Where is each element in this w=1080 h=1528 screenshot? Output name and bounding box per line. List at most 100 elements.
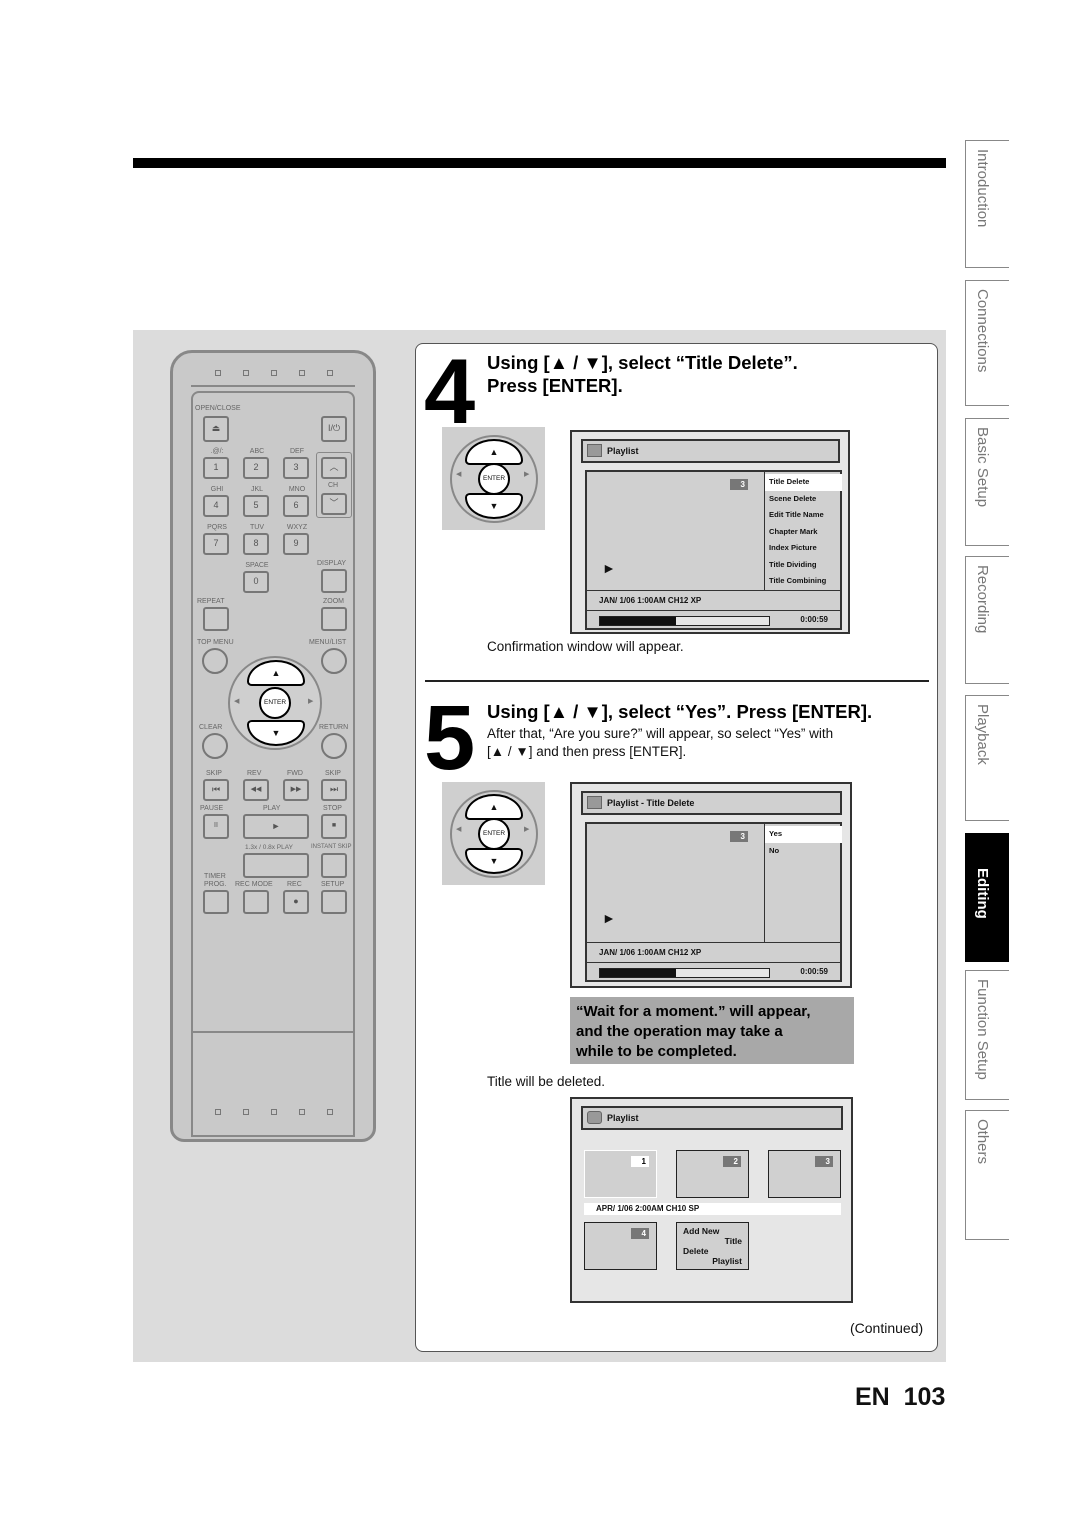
fwd-button[interactable]: ▶▶ xyxy=(283,779,309,801)
menu-item-delete-playlist[interactable]: Delete xyxy=(683,1246,742,1256)
osd-progress: 0:00:59 xyxy=(587,962,840,984)
tab-connections[interactable]: Connections xyxy=(965,280,1009,406)
menu-item-add-new-title[interactable]: Add New xyxy=(683,1226,742,1236)
repeat-button[interactable] xyxy=(203,607,229,631)
menu-item-delete-playlist[interactable]: Playlist xyxy=(683,1256,742,1266)
menu-item-yes[interactable]: Yes xyxy=(765,826,842,843)
key-9[interactable]: 9 xyxy=(283,533,309,555)
progress-fill xyxy=(600,969,677,977)
menu-item-add-new-title[interactable]: Title xyxy=(683,1236,742,1246)
key-0[interactable]: 0 xyxy=(243,571,269,593)
display-button[interactable] xyxy=(321,569,347,593)
indicator-dot xyxy=(327,1109,333,1115)
step-body: After that, “Are you sure?” will appear,… xyxy=(487,726,834,741)
tab-function-setup[interactable]: Function Setup xyxy=(965,970,1009,1100)
key-1[interactable]: 1 xyxy=(203,457,229,479)
right-arrow-icon: ▶ xyxy=(524,826,530,833)
continued-label: (Continued) xyxy=(850,1320,924,1336)
thumbnail-3[interactable]: 3 xyxy=(768,1150,841,1198)
tab-others[interactable]: Others xyxy=(965,1110,1009,1240)
clear-button[interactable] xyxy=(202,733,228,759)
remote-bottom xyxy=(191,1033,355,1137)
label-rec: REC xyxy=(287,881,302,888)
thumbnail-number: 3 xyxy=(815,1156,833,1167)
tab-introduction[interactable]: Introduction xyxy=(965,140,1009,268)
thumbnail-number: 2 xyxy=(723,1156,741,1167)
menu-item-title-dividing[interactable]: Title Dividing xyxy=(765,557,842,574)
tab-playback[interactable]: Playback xyxy=(965,695,1009,821)
key-3[interactable]: 3 xyxy=(283,457,309,479)
label-timer: TIMER xyxy=(204,873,226,880)
channel-up-button[interactable]: ︿ xyxy=(321,457,347,479)
label-zoom: ZOOM xyxy=(323,598,344,605)
rev-button[interactable]: ◀◀ xyxy=(243,779,269,801)
power-button[interactable]: I/⏻ xyxy=(321,416,347,442)
page-lang: EN xyxy=(855,1383,890,1411)
eject-button[interactable]: ⏏ xyxy=(203,416,229,442)
thumbnail-number: 1 xyxy=(631,1156,649,1167)
step-number: 5 xyxy=(424,687,475,789)
key-8[interactable]: 8 xyxy=(243,533,269,555)
skip-forward-button[interactable]: ⏭ xyxy=(321,779,347,801)
key-7[interactable]: 7 xyxy=(203,533,229,555)
menu-item-index-picture[interactable]: Index Picture xyxy=(765,540,842,557)
pause-button[interactable]: II xyxy=(203,814,229,839)
label-clear: CLEAR xyxy=(199,724,223,731)
osd-info-line: APR/ 1/06 2:00AM CH10 SP xyxy=(584,1203,841,1215)
label-setup: SETUP xyxy=(321,881,345,888)
vr-disc-icon xyxy=(587,796,602,809)
rec-button[interactable]: ● xyxy=(283,890,309,914)
rec-mode-button[interactable] xyxy=(243,890,269,914)
skip-back-button[interactable]: ⏮ xyxy=(203,779,229,801)
note-text: while to be completed. xyxy=(576,1043,737,1060)
tab-label: Editing xyxy=(974,868,991,919)
tab-recording[interactable]: Recording xyxy=(965,556,1009,684)
progress-fill xyxy=(600,617,677,625)
thumbnail-2[interactable]: 2 xyxy=(676,1150,749,1198)
tab-editing[interactable]: Editing xyxy=(965,833,1009,962)
step-heading: Using [▲ / ▼], select “Yes”. Press [ENTE… xyxy=(487,701,873,722)
osd-title-bar: Playlist xyxy=(581,439,840,463)
play-button[interactable]: ► xyxy=(243,814,309,839)
timer-prog-button[interactable] xyxy=(203,890,229,914)
top-menu-button[interactable] xyxy=(202,648,228,674)
menu-item-scene-delete[interactable]: Scene Delete xyxy=(765,491,842,508)
left-arrow-icon: ◀ xyxy=(456,826,462,833)
label-repeat: REPEAT xyxy=(197,598,225,605)
zoom-button[interactable] xyxy=(321,607,347,631)
menu-item-edit-title-name[interactable]: Edit Title Name xyxy=(765,507,842,524)
remote-dpad: ▲ ▼ ◀ ▶ ENTER xyxy=(228,656,322,750)
osd-info-line: JAN/ 1/06 1:00AM CH12 XP xyxy=(587,590,840,611)
label-skip: SKIP xyxy=(206,770,222,777)
key-5[interactable]: 5 xyxy=(243,495,269,517)
setup-button[interactable] xyxy=(321,890,347,914)
stop-button[interactable]: ■ xyxy=(321,814,347,839)
key-letters: ABC xyxy=(249,448,265,455)
tab-basic-setup[interactable]: Basic Setup xyxy=(965,418,1009,546)
step-divider xyxy=(425,680,929,682)
menu-item-chapter-mark[interactable]: Chapter Mark xyxy=(765,524,842,541)
speed-play-button[interactable] xyxy=(243,853,309,878)
key-4[interactable]: 4 xyxy=(203,495,229,517)
menu-item-title-combining[interactable]: Title Combining xyxy=(765,573,842,590)
return-button[interactable] xyxy=(321,733,347,759)
thumbnail-1[interactable]: 1 xyxy=(584,1150,657,1198)
page-number: EN 103 xyxy=(855,1383,945,1412)
thumbnail-4[interactable]: 4 xyxy=(584,1222,657,1270)
key-2[interactable]: 2 xyxy=(243,457,269,479)
label-skip: SKIP xyxy=(325,770,341,777)
menu-item-title-delete[interactable]: Title Delete xyxy=(765,474,842,491)
playlist-options-menu[interactable]: Add New Title Delete Playlist xyxy=(676,1222,749,1270)
tab-label: Recording xyxy=(974,565,991,634)
enter-button[interactable]: ENTER xyxy=(259,687,291,719)
key-6[interactable]: 6 xyxy=(283,495,309,517)
menu-list-button[interactable] xyxy=(321,648,347,674)
left-arrow-button[interactable]: ◀ xyxy=(234,697,239,705)
indicator-dot xyxy=(271,1109,277,1115)
instant-skip-button[interactable] xyxy=(321,853,347,878)
right-arrow-button[interactable]: ▶ xyxy=(308,697,313,705)
osd-title: Playlist xyxy=(607,1113,639,1123)
channel-down-button[interactable]: ﹀ xyxy=(321,493,347,515)
menu-item-no[interactable]: No xyxy=(765,843,842,860)
osd-confirm-menu: Yes No xyxy=(764,824,842,942)
